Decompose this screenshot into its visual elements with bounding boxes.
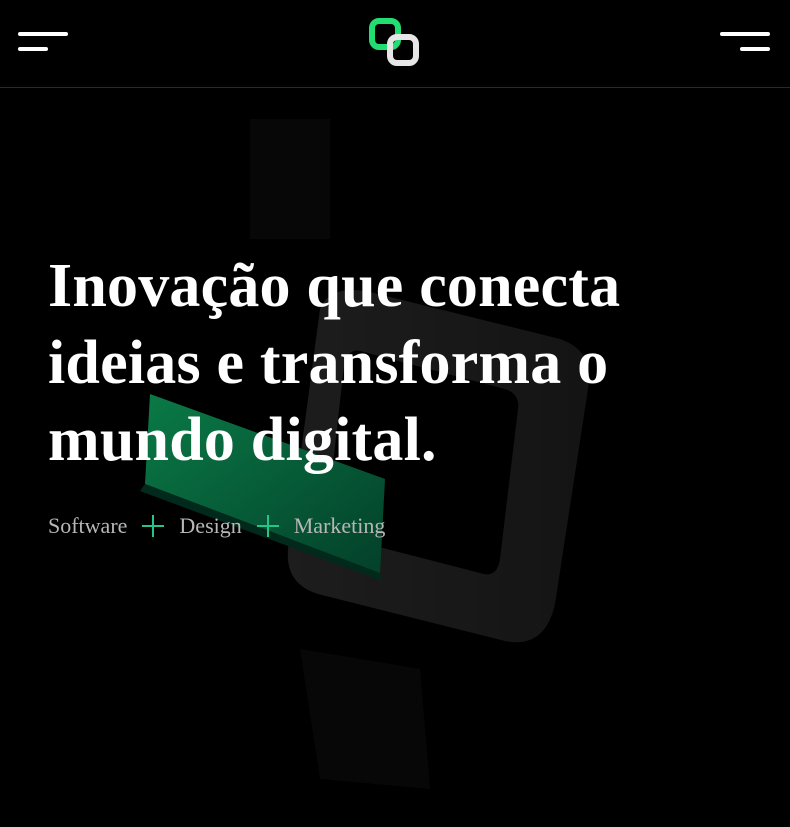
hero-headline: Inovação que conecta ideias e transforma…: [48, 252, 621, 474]
menu-icon[interactable]: [720, 32, 772, 54]
linked-squares-logo[interactable]: [369, 18, 423, 68]
plus-icon: [142, 515, 165, 537]
service-marketing: Marketing: [293, 513, 386, 538]
services-list: Software Design Marketing: [48, 513, 748, 539]
site-header: [0, 0, 790, 88]
plus-icon: [256, 515, 279, 537]
menu-icon-bar: [18, 32, 68, 36]
menu-icon-bar: [740, 47, 770, 51]
menu-icon-bar: [18, 47, 48, 51]
menu-icon[interactable]: [18, 32, 70, 54]
service-software: Software: [48, 513, 128, 538]
hero-section: Inovação que conecta ideias e transforma…: [48, 248, 748, 539]
service-design: Design: [179, 513, 242, 538]
menu-icon-bar: [720, 32, 770, 36]
logo-graphic: [369, 18, 419, 66]
